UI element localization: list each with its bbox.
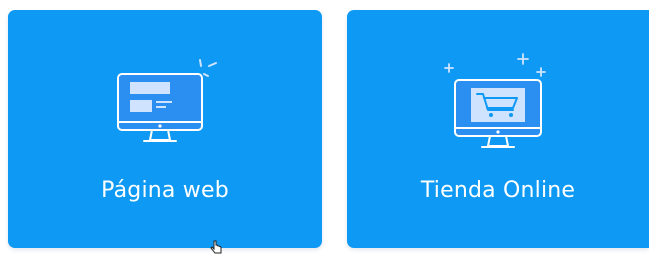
online-store-option-label: Tienda Online: [420, 178, 576, 203]
online-store-option-card[interactable]: Tienda Online: [347, 10, 649, 248]
website-monitor-icon: [117, 59, 217, 142]
shopping-cart-monitor-icon: [444, 53, 546, 148]
website-option-card[interactable]: Página web: [8, 10, 322, 248]
website-option-label: Página web: [101, 178, 229, 203]
